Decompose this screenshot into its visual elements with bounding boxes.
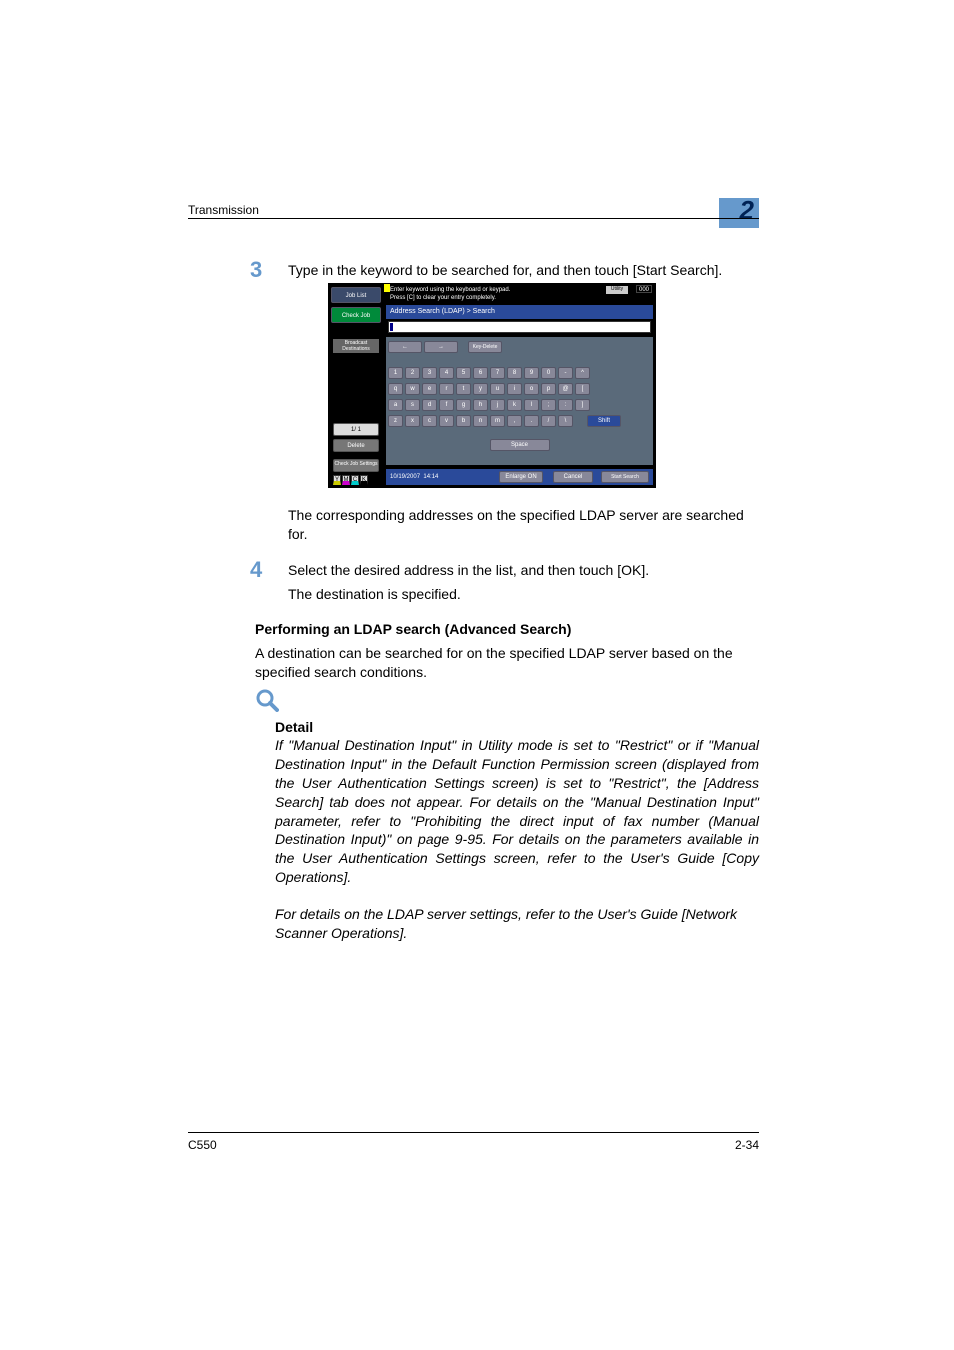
detail-label: Detail (275, 718, 313, 737)
key-row-zxcv: z x c v b n m , . / \ Shift (388, 415, 651, 427)
key-c[interactable]: c (422, 415, 437, 427)
key-e[interactable]: e (422, 383, 437, 395)
key-o[interactable]: o (524, 383, 539, 395)
detail-paragraph-2: For details on the LDAP server settings,… (275, 905, 759, 943)
key-shift[interactable]: Shift (587, 415, 621, 427)
header-rule (188, 218, 759, 219)
key-d[interactable]: d (422, 399, 437, 411)
subsection-title: Performing an LDAP search (Advanced Sear… (255, 620, 759, 639)
key-comma[interactable]: , (507, 415, 522, 427)
key-row-asdf: a s d f g h j k l ; : ] (388, 399, 651, 411)
hint-text: Enter keyword using the keyboard or keyp… (388, 285, 616, 303)
enlarge-button[interactable]: Enlarge ON (499, 471, 543, 483)
key-b[interactable]: b (456, 415, 471, 427)
key-at[interactable]: @ (558, 383, 573, 395)
section-header: Transmission (188, 203, 259, 217)
footer-rule (188, 1132, 759, 1133)
key-m[interactable]: m (490, 415, 505, 427)
key-x[interactable]: x (405, 415, 420, 427)
key-8[interactable]: 8 (507, 367, 522, 379)
key-v[interactable]: v (439, 415, 454, 427)
key-6[interactable]: 6 (473, 367, 488, 379)
page-counter: 1/ 1 (333, 423, 379, 436)
hint-line1: Enter keyword using the keyboard or keyp… (390, 287, 510, 293)
key-2[interactable]: 2 (405, 367, 420, 379)
search-input[interactable] (388, 321, 651, 333)
key-h[interactable]: h (473, 399, 488, 411)
delete-button[interactable]: Delete (333, 439, 379, 452)
step-3-text: Type in the keyword to be searched for, … (288, 261, 759, 280)
step-3-result: The corresponding addresses on the speci… (288, 506, 759, 544)
key-u[interactable]: u (490, 383, 505, 395)
footer-datetime: 10/19/2007 14:14 (390, 469, 438, 485)
key-dot[interactable]: . (524, 415, 539, 427)
toner-c: C (351, 475, 359, 485)
key-4[interactable]: 4 (439, 367, 454, 379)
key-minus[interactable]: - (558, 367, 573, 379)
key-i[interactable]: i (507, 383, 522, 395)
key-slash[interactable]: / (541, 415, 556, 427)
key-delete[interactable]: Key-Delete (468, 341, 502, 353)
hint-line2: Press [C] to clear your entry completely… (390, 295, 496, 301)
detail-icon (255, 688, 279, 712)
step-3-number: 3 (250, 257, 262, 283)
key-3[interactable]: 3 (422, 367, 437, 379)
key-z[interactable]: z (388, 415, 403, 427)
breadcrumb: Address Search (LDAP) > Search (386, 305, 653, 319)
key-p[interactable]: p (541, 383, 556, 395)
step-4-result: The destination is specified. (288, 585, 759, 604)
key-caret[interactable]: ^ (575, 367, 590, 379)
utility-button[interactable]: Utility (606, 286, 628, 294)
key-5[interactable]: 5 (456, 367, 471, 379)
key-t[interactable]: t (456, 383, 471, 395)
key-n[interactable]: n (473, 415, 488, 427)
key-1[interactable]: 1 (388, 367, 403, 379)
key-l[interactable]: l (524, 399, 539, 411)
footer-model: C550 (188, 1138, 217, 1152)
cancel-button[interactable]: Cancel (553, 471, 593, 483)
key-rbracket[interactable]: ] (575, 399, 590, 411)
key-w[interactable]: w (405, 383, 420, 395)
counter-display: 000 (636, 285, 652, 293)
toner-levels: Y M C K (333, 475, 368, 485)
key-lbracket[interactable]: [ (575, 383, 590, 395)
job-list-tab[interactable]: Job List (331, 287, 381, 303)
key-space[interactable]: Space (490, 439, 550, 451)
start-search-button[interactable]: Start Search (601, 471, 649, 483)
toner-k: K (360, 475, 368, 485)
key-r[interactable]: r (439, 383, 454, 395)
key-j[interactable]: j (490, 399, 505, 411)
broadcast-destinations[interactable]: Broadcast Destinations (333, 339, 379, 353)
key-backslash[interactable]: \ (558, 415, 573, 427)
toner-m: M (342, 475, 350, 485)
key-q[interactable]: q (388, 383, 403, 395)
onscreen-keyboard: ← → Key-Delete 1 2 3 4 5 6 7 8 9 0 - ^ q (386, 337, 653, 465)
key-k[interactable]: k (507, 399, 522, 411)
key-9[interactable]: 9 (524, 367, 539, 379)
footer-page: 2-34 (735, 1138, 759, 1152)
check-job-tab[interactable]: Check Job (331, 307, 381, 323)
key-0[interactable]: 0 (541, 367, 556, 379)
step-4-number: 4 (250, 557, 262, 583)
key-y[interactable]: y (473, 383, 488, 395)
toner-y: Y (333, 475, 341, 485)
detail-paragraph-1: If "Manual Destination Input" in Utility… (275, 736, 759, 887)
arrow-right-key[interactable]: → (424, 341, 458, 353)
device-footer: 10/19/2007 14:14 Enlarge ON Cancel Start… (386, 469, 653, 485)
key-semicolon[interactable]: ; (541, 399, 556, 411)
device-screenshot: Job List Check Job Broadcast Destination… (328, 283, 656, 488)
key-colon[interactable]: : (558, 399, 573, 411)
check-job-settings[interactable]: Check Job Settings (333, 459, 379, 472)
key-row-qwerty: q w e r t y u i o p @ [ (388, 383, 651, 395)
chapter-number: 2 (740, 195, 754, 226)
step-4-text: Select the desired address in the list, … (288, 561, 759, 580)
key-s[interactable]: s (405, 399, 420, 411)
subsection-intro: A destination can be searched for on the… (255, 644, 759, 682)
key-7[interactable]: 7 (490, 367, 505, 379)
key-row-digits: 1 2 3 4 5 6 7 8 9 0 - ^ (388, 367, 651, 379)
arrow-left-key[interactable]: ← (388, 341, 422, 353)
key-f[interactable]: f (439, 399, 454, 411)
key-g[interactable]: g (456, 399, 471, 411)
key-a[interactable]: a (388, 399, 403, 411)
